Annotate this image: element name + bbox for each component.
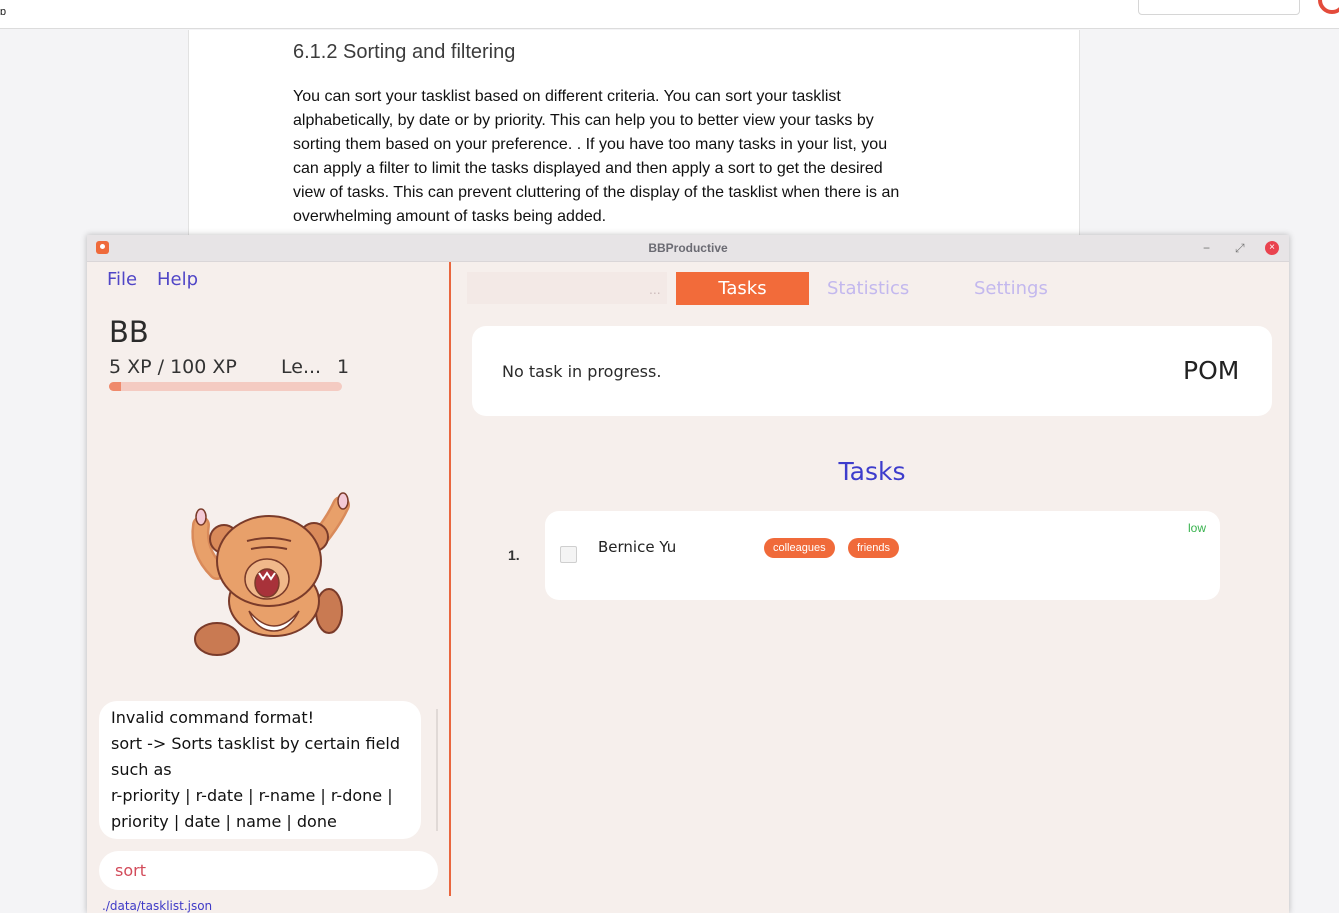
- sidebar-panel: File Help BB 5 XP / 100 XP Le... 1 Inval…: [87, 261, 449, 913]
- result-line: sort -> Sorts tasklist by certain field: [111, 734, 401, 753]
- doc-section-heading: 6.1.2 Sorting and filtering: [293, 41, 516, 63]
- pomodoro-status: No task in progress.: [502, 362, 662, 381]
- document-page: 6.1.2 Sorting and filtering You can sort…: [188, 30, 1080, 240]
- result-line: such as: [111, 760, 172, 779]
- result-line: r-priority | r-date | r-name | r-done |: [111, 786, 393, 805]
- app-window: BBProductive − ⤢ × File Help BB 5 XP / 1…: [87, 235, 1289, 913]
- doc-paragraph: You can sort your tasklist based on diff…: [293, 85, 973, 229]
- tab-settings[interactable]: Settings: [974, 272, 1048, 305]
- result-line: Invalid command format!: [111, 708, 315, 727]
- viewer-toolbar: ɒ: [0, 0, 1339, 29]
- pomodoro-label: POM: [1183, 356, 1240, 385]
- tab-statistics[interactable]: Statistics: [827, 272, 909, 305]
- doc-line: overwhelming amount of tasks being added…: [293, 208, 607, 225]
- window-title: BBProductive: [648, 241, 728, 255]
- result-scrollbar[interactable]: [436, 709, 438, 831]
- doc-line: view of tasks. This can prevent clutteri…: [293, 184, 900, 201]
- priority-label: low: [1188, 521, 1207, 535]
- xp-progress-bar: [109, 382, 342, 391]
- tag-badge: friends: [848, 538, 900, 558]
- toolbar-search-field[interactable]: [1138, 0, 1300, 15]
- toolbar-edge-glyph: ɒ: [0, 6, 7, 18]
- xp-text: 5 XP / 100 XP: [109, 356, 237, 378]
- menu-help[interactable]: Help: [157, 269, 198, 290]
- minimize-button[interactable]: −: [1203, 240, 1210, 256]
- tab-strip-background: [467, 272, 667, 304]
- tasks-heading: Tasks: [838, 457, 906, 486]
- doc-line: sorting them based on your preference. .…: [293, 136, 888, 153]
- tab-tasks[interactable]: Tasks: [676, 272, 809, 305]
- close-button[interactable]: ×: [1265, 241, 1279, 255]
- pomodoro-panel: No task in progress. POM: [472, 326, 1272, 416]
- xp-progress-fill: [109, 382, 121, 391]
- doc-line: can apply a filter to limit the tasks di…: [293, 160, 883, 177]
- doc-line: alphabetically, by date or by priority. …: [293, 112, 874, 129]
- title-bar[interactable]: BBProductive − ⤢ ×: [87, 235, 1289, 262]
- tab-overflow-ellipsis[interactable]: ...: [649, 281, 661, 297]
- task-done-checkbox[interactable]: [560, 546, 577, 563]
- status-bar-path: ./data/tasklist.json: [102, 899, 213, 913]
- level-value: 1: [337, 356, 350, 378]
- menu-file[interactable]: File: [107, 269, 137, 290]
- profile-avatar-icon[interactable]: [1318, 0, 1339, 14]
- bear-mascot-icon: [191, 492, 350, 656]
- result-line: priority | date | name | done: [111, 812, 337, 831]
- user-name: BB: [109, 315, 149, 349]
- command-input[interactable]: [99, 851, 438, 890]
- maximize-button[interactable]: ⤢: [1235, 240, 1245, 256]
- task-index: 1.: [508, 547, 520, 563]
- doc-line: You can sort your tasklist based on diff…: [293, 88, 841, 105]
- pane-divider[interactable]: [449, 262, 451, 896]
- result-display: Invalid command format! sort -> Sorts ta…: [99, 701, 421, 839]
- task-card[interactable]: Bernice Yu colleagues friends low: [545, 511, 1220, 600]
- level-label: Le...: [281, 356, 322, 378]
- task-name: Bernice Yu: [598, 538, 677, 556]
- tag-badge: colleagues: [764, 538, 835, 558]
